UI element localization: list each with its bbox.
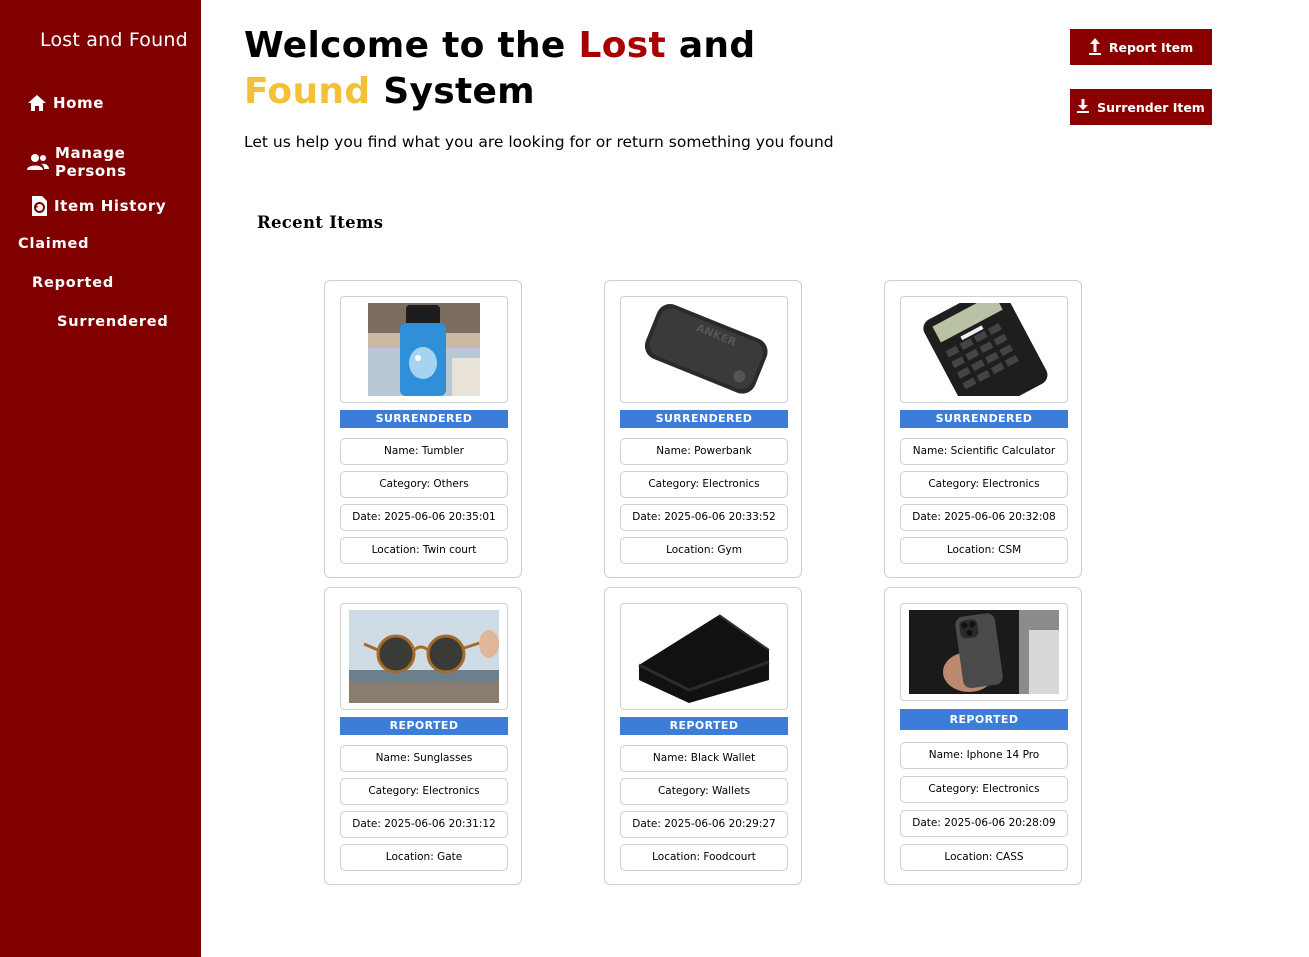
item-name: Name: Iphone 14 Pro	[900, 742, 1068, 769]
item-date: Date: 2025-06-06 20:35:01	[340, 504, 508, 531]
sub-item-surrendered[interactable]: Surrendered	[57, 314, 169, 330]
nav-item-manage-persons[interactable]: Manage Persons	[27, 144, 201, 180]
item-date: Date: 2025-06-06 20:29:27	[620, 811, 788, 838]
status-badge: SURRENDERED	[900, 410, 1068, 428]
item-card[interactable]: REPORTED Name: Black Wallet Category: Wa…	[604, 587, 802, 885]
item-category: Category: Electronics	[340, 778, 508, 805]
nav-item-home[interactable]: Home	[27, 93, 104, 113]
nav-item-item-history[interactable]: Item History	[30, 195, 166, 217]
item-date: Date: 2025-06-06 20:32:08	[900, 504, 1068, 531]
item-card[interactable]: SURRENDERED Name: Tumbler Category: Othe…	[324, 280, 522, 578]
item-image-sunglasses	[340, 603, 508, 710]
item-category: Category: Others	[340, 471, 508, 498]
status-badge: REPORTED	[340, 717, 508, 735]
item-name: Name: Powerbank	[620, 438, 788, 465]
home-icon	[27, 93, 47, 113]
status-badge: SURRENDERED	[340, 410, 508, 428]
status-badge: SURRENDERED	[620, 410, 788, 428]
item-image-phone	[900, 603, 1068, 701]
nav-item-label: Manage Persons	[55, 144, 127, 180]
app-title: Lost and Found	[40, 29, 188, 51]
sub-item-claimed[interactable]: Claimed	[18, 236, 89, 252]
nav-item-label: Home	[53, 94, 105, 112]
item-card[interactable]: REPORTED Name: Iphone 14 Pro Category: E…	[884, 587, 1082, 885]
item-name: Name: Tumbler	[340, 438, 508, 465]
item-location: Location: Foodcourt	[620, 844, 788, 871]
item-name: Name: Black Wallet	[620, 745, 788, 772]
sidebar: Lost and Found Home Manage Persons Item …	[0, 0, 201, 957]
page-subtitle: Let us help you find what you are lookin…	[244, 133, 834, 151]
download-icon	[1077, 98, 1090, 116]
sub-item-reported[interactable]: Reported	[32, 275, 114, 291]
item-date: Date: 2025-06-06 20:31:12	[340, 811, 508, 838]
item-location: Location: CASS	[900, 844, 1068, 871]
report-item-button[interactable]: Report Item	[1070, 29, 1212, 65]
item-category: Category: Electronics	[900, 471, 1068, 498]
title-text: Welcome to the	[244, 25, 579, 66]
item-card[interactable]: SURRENDERED Name: Scientific Calculator …	[884, 280, 1082, 578]
title-text: System	[370, 71, 535, 112]
item-image-tumbler	[340, 296, 508, 403]
section-title: Recent Items	[257, 213, 384, 232]
item-location: Location: Gym	[620, 537, 788, 564]
item-name: Name: Scientific Calculator	[900, 438, 1068, 465]
status-badge: REPORTED	[900, 709, 1068, 730]
title-highlight-lost: Lost	[578, 25, 666, 66]
item-location: Location: CSM	[900, 537, 1068, 564]
item-location: Location: Twin court	[340, 537, 508, 564]
item-date: Date: 2025-06-06 20:33:52	[620, 504, 788, 531]
surrender-item-button[interactable]: Surrender Item	[1070, 89, 1212, 125]
item-category: Category: Electronics	[900, 776, 1068, 803]
item-card[interactable]: REPORTED Name: Sunglasses Category: Elec…	[324, 587, 522, 885]
status-badge: REPORTED	[620, 717, 788, 735]
report-item-label: Report Item	[1108, 39, 1194, 55]
history-icon	[30, 195, 48, 217]
item-category: Category: Wallets	[620, 778, 788, 805]
item-card[interactable]: ANKER SURRENDERED Name: Powerbank Catego…	[604, 280, 802, 578]
item-name: Name: Sunglasses	[340, 745, 508, 772]
page-title: Welcome to the Lost and Found System	[244, 23, 755, 115]
item-location: Location: Gate	[340, 844, 508, 871]
item-image-powerbank: ANKER	[620, 296, 788, 403]
item-date: Date: 2025-06-06 20:28:09	[900, 810, 1068, 837]
item-category: Category: Electronics	[620, 471, 788, 498]
item-image-wallet	[620, 603, 788, 710]
title-text: and	[666, 25, 756, 66]
nav-item-label: Item History	[54, 197, 167, 215]
item-image-calculator	[900, 296, 1068, 403]
title-highlight-found: Found	[244, 71, 371, 112]
upload-icon	[1088, 37, 1101, 58]
people-icon	[27, 153, 49, 171]
surrender-item-label: Surrender Item	[1097, 99, 1205, 115]
